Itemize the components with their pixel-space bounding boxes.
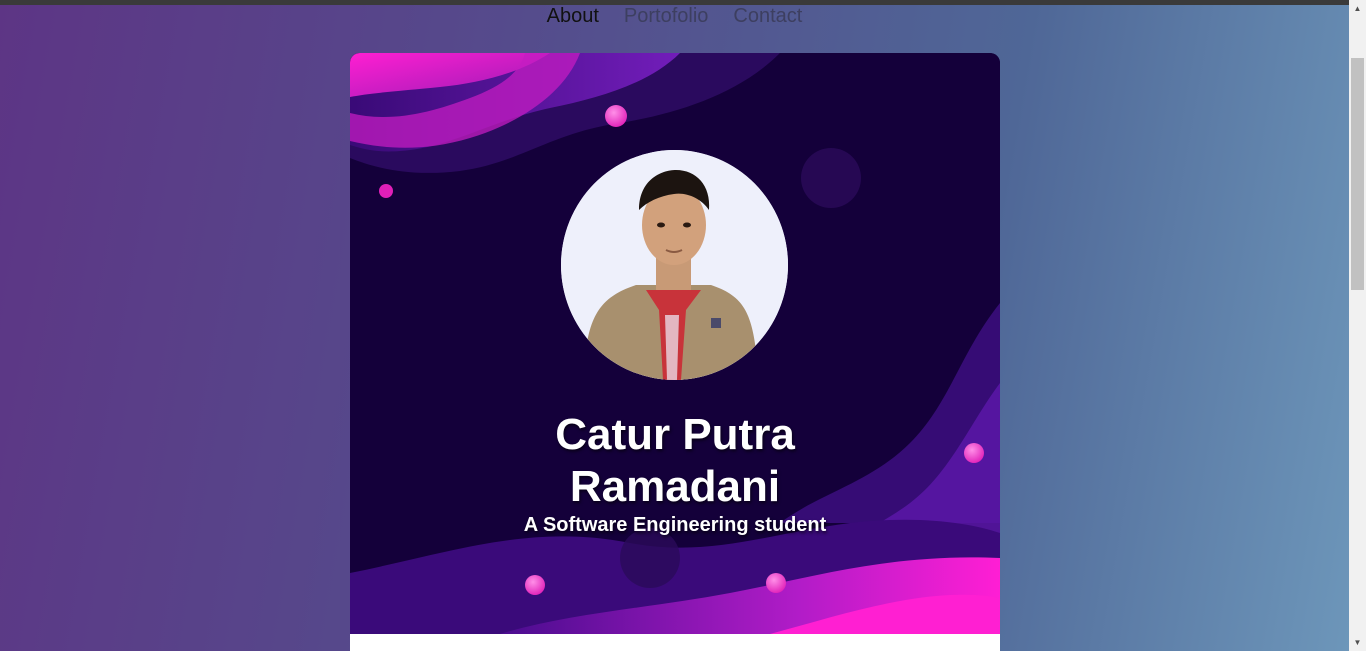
vertical-scrollbar[interactable]: ▲ ▼: [1349, 0, 1366, 651]
profile-name-line2: Ramadani: [569, 462, 781, 511]
scrollbar-thumb[interactable]: [1351, 58, 1364, 290]
profile-tagline: A Software Engineering student: [523, 514, 827, 536]
nav-item-about[interactable]: About: [547, 5, 599, 27]
hero-card: Catur Putra Ramadani A Software Engineer…: [350, 53, 1000, 651]
chevron-down-icon[interactable]: ▼: [1349, 634, 1366, 651]
nav-item-contact[interactable]: Contact: [733, 5, 802, 27]
profile-name-line1: Catur Putra: [555, 410, 795, 459]
top-navigation: About Portofolio Contact: [0, 5, 1349, 27]
profile-photo: [561, 150, 788, 380]
card-content-area: [350, 634, 1000, 651]
profile-name: Catur Putra Ramadani: [350, 409, 1000, 513]
chevron-up-icon[interactable]: ▲: [1349, 0, 1366, 17]
nav-item-portofolio[interactable]: Portofolio: [624, 5, 709, 27]
person-avatar-illustration: [561, 150, 788, 380]
